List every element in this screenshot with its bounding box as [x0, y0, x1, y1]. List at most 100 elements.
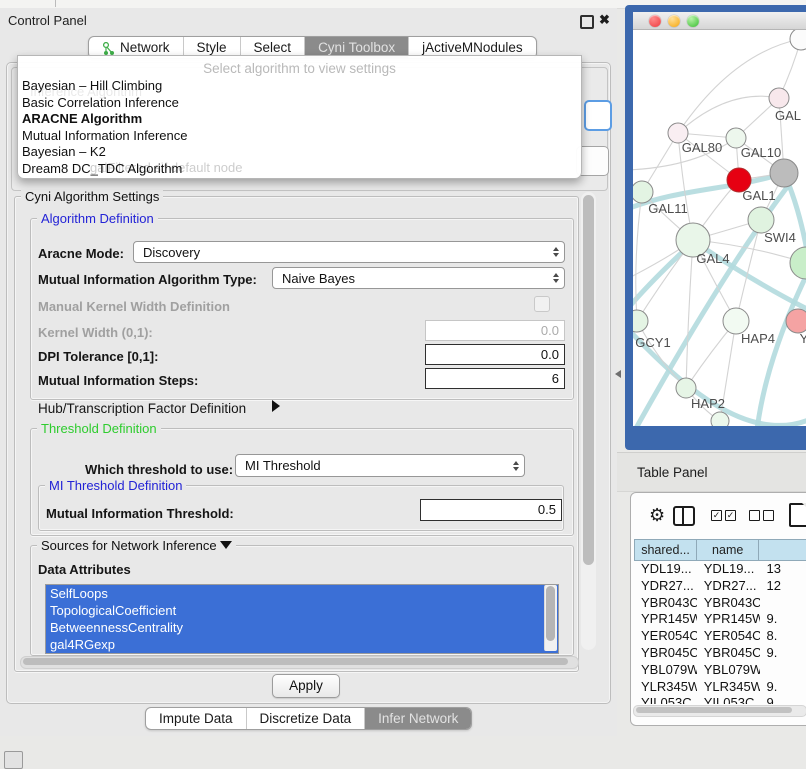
table-cell: YDL19... — [634, 561, 697, 578]
network-view-window[interactable]: GALGAL80GAL10GAL1GAL11SWI4GAL4GCY1HAP4YH… — [625, 5, 806, 450]
dropdown-item[interactable]: Basic Correlation Inference — [20, 95, 576, 112]
network-canvas[interactable]: GALGAL80GAL10GAL1GAL11SWI4GAL4GCY1HAP4YH… — [633, 30, 806, 426]
tab-infer-network-label: Infer Network — [378, 708, 458, 729]
node-label: GAL1 — [742, 188, 775, 203]
close-icon[interactable]: ✖ — [599, 12, 610, 28]
network-node-gal[interactable] — [769, 88, 789, 108]
close-traffic-light-icon[interactable] — [649, 15, 661, 27]
which-threshold-label: Which threshold to use: — [85, 462, 233, 477]
dpi-tolerance-label: DPI Tolerance [0,1]: — [38, 349, 158, 364]
table-cell: YPR145W — [634, 611, 697, 628]
node-label: HAP2 — [691, 396, 725, 411]
apply-button[interactable]: Apply — [272, 674, 340, 698]
aracne-mode-select[interactable]: Discovery — [133, 241, 565, 263]
mi-algorithm-type-select[interactable]: Naive Bayes — [272, 267, 565, 289]
column-header[interactable]: shared... — [635, 540, 697, 560]
table-panel: ⚙ ✓✓ shared...name YDL19...YDL19...13YDR… — [630, 492, 806, 726]
table-row[interactable]: YBL079WYBL079W — [634, 662, 806, 679]
table-row[interactable]: YDL19...YDL19...13 — [634, 561, 806, 578]
manual-kernel-width-checkbox[interactable] — [534, 296, 550, 312]
deselect-all-checkboxes-icon[interactable] — [749, 510, 774, 521]
mi-steps-field[interactable]: 6 — [425, 368, 565, 389]
network-node[interactable] — [770, 159, 798, 187]
table-row[interactable]: YPR145WYPR145W9. — [634, 611, 806, 628]
float-window-icon[interactable] — [580, 15, 594, 29]
gear-icon[interactable]: ⚙ — [649, 503, 665, 527]
network-tab-icon — [102, 41, 115, 55]
control-panel-title: Control Panel — [8, 13, 87, 28]
table-row[interactable]: YIL053CYIL053C9. — [634, 695, 806, 704]
network-node[interactable] — [790, 247, 806, 279]
table-row[interactable]: YBR045CYBR045C9. — [634, 645, 806, 662]
network-node-y[interactable] — [786, 309, 806, 333]
network-edge[interactable] — [686, 240, 693, 388]
attribute-list-item[interactable]: TopologicalCoefficient — [46, 602, 558, 619]
dropdown-item[interactable]: Bayesian – Hill Climbing — [20, 78, 576, 95]
dpi-tolerance-field[interactable]: 0.0 — [425, 344, 565, 365]
aracne-mode-label: Aracne Mode: — [38, 246, 124, 261]
table-cell — [760, 595, 806, 612]
dropdown-item[interactable]: Dream8 DC_TDC Algorithm — [20, 161, 576, 178]
data-attributes-list[interactable]: SelfLoopsTopologicalCoefficientBetweenne… — [45, 584, 559, 654]
mi-algorithm-type-value: Naive Bayes — [282, 271, 355, 286]
node-label: GAL — [775, 108, 801, 123]
file-icon[interactable] — [789, 503, 806, 527]
which-threshold-select[interactable]: MI Threshold — [235, 454, 525, 477]
attribute-list-item[interactable]: SelfLoops — [46, 585, 558, 602]
dropdown-placeholder: Select algorithm to view settings — [18, 61, 581, 76]
table-cell: YPR145W — [697, 611, 760, 628]
network-node-gcy1[interactable] — [633, 310, 648, 332]
table-row[interactable]: YDR27...YDR27...12 — [634, 578, 806, 595]
hub-definition-label: Hub/Transcription Factor Definition — [38, 401, 246, 416]
dock-grip-button[interactable] — [4, 751, 23, 769]
network-node-hap2[interactable] — [676, 378, 696, 398]
table-horizontal-scrollbar[interactable] — [633, 705, 806, 717]
table-row[interactable]: YLR345WYLR345W9. — [634, 679, 806, 696]
node-label: HAP4 — [741, 331, 775, 346]
attribute-list-item[interactable]: BetweennessCentrality — [46, 619, 558, 636]
kernel-width-field[interactable]: 0.0 — [425, 320, 565, 341]
table-row[interactable]: YER054CYER054C8. — [634, 628, 806, 645]
table-header-row: shared...name — [634, 539, 806, 561]
tab-infer-network[interactable]: Infer Network — [365, 708, 471, 729]
expand-arrow-icon[interactable] — [272, 400, 280, 412]
table-cell: 9. — [760, 679, 806, 696]
table-cell: 9. — [760, 645, 806, 662]
split-columns-icon[interactable] — [673, 506, 695, 526]
column-header[interactable]: name — [697, 540, 759, 560]
table-cell: YBL079W — [697, 662, 760, 679]
dropdown-item[interactable]: ARACNE Algorithm — [20, 111, 576, 128]
attribute-list-item[interactable]: gal4RGexp — [46, 636, 558, 653]
mi-steps-label: Mutual Information Steps: — [38, 373, 198, 388]
algorithm-dropdown-popup: Inference Algorithm galFiltered.sif defa… — [17, 55, 582, 179]
dropdown-item[interactable]: Bayesian – K2 — [20, 144, 576, 161]
network-edge[interactable] — [678, 96, 779, 133]
table-cell: YBR043C — [634, 595, 697, 612]
table-cell: YDR27... — [634, 578, 697, 595]
stepper-icon — [548, 243, 563, 261]
network-window-titlebar — [633, 12, 806, 30]
table-cell: 13 — [760, 561, 806, 578]
dropdown-item-list: Bayesian – Hill ClimbingBasic Correlatio… — [20, 78, 576, 177]
settings-horizontal-scrollbar[interactable] — [20, 656, 579, 669]
attributes-scrollbar[interactable] — [544, 585, 557, 651]
dropdown-item[interactable]: Mutual Information Inference — [20, 128, 576, 145]
column-header[interactable] — [759, 540, 806, 560]
table-row[interactable]: YBR043CYBR043C — [634, 595, 806, 612]
network-node-gal11[interactable] — [633, 181, 653, 203]
aracne-mode-value: Discovery — [143, 245, 200, 260]
algorithm-definition-title: Algorithm Definition — [37, 211, 158, 226]
bottom-tabbar: Impute Data Discretize Data Infer Networ… — [145, 707, 472, 730]
mi-threshold-field[interactable]: 0.5 — [420, 499, 562, 521]
collapse-arrow-icon[interactable] — [220, 541, 232, 549]
table-cell: YIL053C — [697, 695, 760, 704]
node-label: GAL80 — [682, 140, 722, 155]
network-node[interactable] — [711, 412, 729, 426]
minimize-traffic-light-icon[interactable] — [668, 15, 680, 27]
network-node[interactable] — [790, 30, 806, 50]
zoom-traffic-light-icon[interactable] — [687, 15, 699, 27]
select-all-checkboxes-icon[interactable]: ✓✓ — [711, 510, 736, 521]
tab-discretize-data[interactable]: Discretize Data — [247, 708, 366, 729]
tab-impute-data[interactable]: Impute Data — [146, 708, 247, 729]
settings-vertical-scrollbar[interactable] — [581, 192, 596, 650]
